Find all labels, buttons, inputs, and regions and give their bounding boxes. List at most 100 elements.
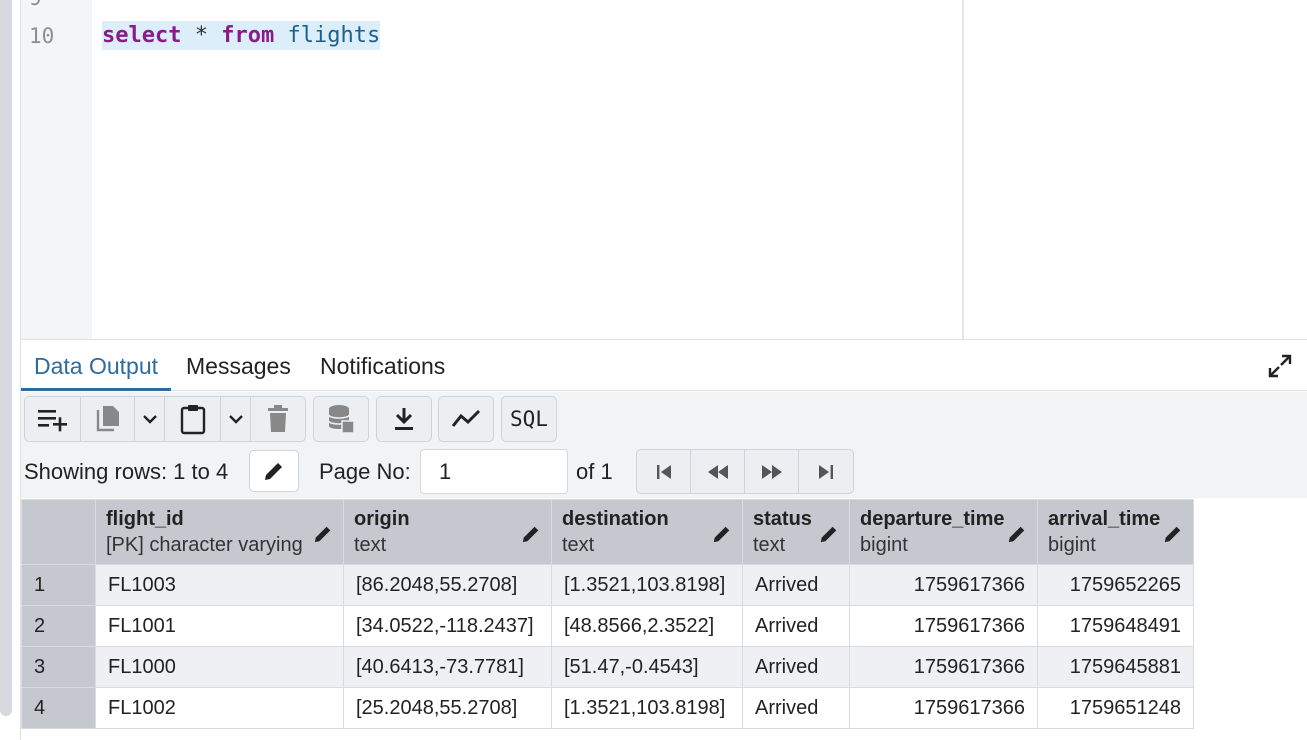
table-cell[interactable]: FL1003 (95, 564, 344, 606)
fast-forward-icon (761, 464, 782, 479)
last-page-button[interactable] (799, 450, 853, 493)
row-number[interactable]: 3 (21, 646, 96, 688)
column-type: [PK] character varying (106, 534, 303, 556)
page-navigation (636, 449, 854, 494)
table-cell[interactable]: 1759617366 (849, 564, 1038, 606)
table-header-row: flight_id [PK] character varying origin … (21, 499, 1194, 565)
row-number[interactable]: 2 (21, 605, 96, 647)
delete-icon (268, 405, 288, 432)
table-cell[interactable]: FL1002 (95, 687, 344, 729)
chevron-down-icon (142, 415, 157, 424)
page-no-label: Page No: (319, 459, 411, 484)
table-cell[interactable]: 1759617366 (849, 687, 1038, 729)
row-number-header (21, 499, 96, 565)
table-row[interactable]: 2 FL1001 [34.0522,-118.2437] [48.8566,2.… (21, 605, 1194, 647)
tab-data-output[interactable]: Data Output (21, 341, 172, 391)
table-row[interactable]: 3 FL1000 [40.6413,-73.7781] [51.47,-0.45… (21, 646, 1194, 688)
first-page-icon (656, 464, 671, 479)
tab-messages[interactable]: Messages (173, 341, 304, 391)
table-cell[interactable]: [48.8566,2.3522] (551, 605, 743, 647)
column-header[interactable]: departure_time bigint (849, 499, 1038, 565)
rewind-icon (707, 464, 728, 479)
table-row[interactable]: 1 FL1003 [86.2048,55.2708] [1.3521,103.8… (21, 564, 1194, 606)
left-scrollbar[interactable] (0, 0, 12, 716)
save-button-group (313, 396, 369, 442)
column-header[interactable]: status text (742, 499, 850, 565)
pencil-icon[interactable] (819, 524, 839, 544)
graph-icon (451, 409, 481, 427)
table-row[interactable]: 4 FL1002 [25.2048,55.2708] [1.3521,103.8… (21, 687, 1194, 729)
table-cell[interactable]: [34.0522,-118.2437] (343, 605, 552, 647)
data-toolbar: SQL (21, 392, 1307, 448)
edit-row-limit-button[interactable] (249, 450, 299, 492)
add-row-icon (37, 410, 67, 432)
pencil-icon[interactable] (712, 524, 732, 544)
row-number[interactable]: 4 (21, 687, 96, 729)
page-number-input[interactable] (420, 449, 568, 494)
copy-icon (96, 406, 119, 432)
sql-keyword: from (221, 23, 275, 48)
table-cell[interactable]: 1759651248 (1037, 687, 1194, 729)
graph-button-group (438, 396, 494, 442)
download-button[interactable] (377, 397, 431, 441)
table-cell[interactable]: Arrived (742, 646, 850, 688)
tab-notifications[interactable]: Notifications (307, 341, 458, 391)
add-row-button[interactable] (25, 397, 81, 441)
edit-button-group (24, 396, 306, 442)
table-cell[interactable]: [51.47,-0.4543] (551, 646, 743, 688)
save-data-button[interactable] (314, 397, 368, 441)
pagination-bar: Showing rows: 1 to 4 Page No: of 1 (21, 448, 1307, 498)
table-cell[interactable]: [1.3521,103.8198] (551, 687, 743, 729)
previous-page-button[interactable] (691, 450, 745, 493)
row-count-label: Showing rows: 1 to 4 (24, 459, 229, 484)
table-cell[interactable]: 1759645881 (1037, 646, 1194, 688)
pencil-icon[interactable] (521, 524, 541, 544)
column-header[interactable]: destination text (551, 499, 743, 565)
table-cell[interactable]: FL1000 (95, 646, 344, 688)
sql-code-line[interactable]: select * from flights (102, 21, 381, 50)
paste-button[interactable] (165, 397, 221, 441)
table-cell[interactable]: 1759648491 (1037, 605, 1194, 647)
delete-button[interactable] (251, 397, 305, 441)
pencil-icon[interactable] (313, 524, 333, 544)
copy-options-button[interactable] (135, 397, 165, 441)
last-page-icon (819, 464, 833, 479)
table-cell[interactable]: [25.2048,55.2708] (343, 687, 552, 729)
sql-button[interactable]: SQL (502, 397, 556, 441)
chevron-down-icon (228, 415, 243, 424)
graph-visualiser-button[interactable] (439, 397, 493, 441)
row-number[interactable]: 1 (21, 564, 96, 606)
table-cell[interactable]: [40.6413,-73.7781] (343, 646, 552, 688)
sql-button-group: SQL (501, 396, 557, 442)
sql-label: SQL (510, 407, 548, 431)
table-cell[interactable]: Arrived (742, 605, 850, 647)
paste-options-button[interactable] (221, 397, 251, 441)
download-icon (395, 408, 413, 430)
table-cell[interactable]: 1759617366 (849, 605, 1038, 647)
column-header[interactable]: arrival_time bigint (1037, 499, 1194, 565)
copy-button[interactable] (81, 397, 135, 441)
editor-divider (962, 0, 964, 339)
table-cell[interactable]: Arrived (742, 564, 850, 606)
table-cell[interactable]: [86.2048,55.2708] (343, 564, 552, 606)
query-editor[interactable]: 9 10 select * from flights (21, 0, 1307, 340)
pencil-icon[interactable] (1007, 524, 1027, 544)
table-cell[interactable]: FL1001 (95, 605, 344, 647)
expand-icon[interactable] (1267, 353, 1293, 379)
download-button-group (376, 396, 432, 442)
save-data-icon (328, 405, 355, 434)
column-name: flight_id (106, 508, 184, 530)
table-cell[interactable]: [1.3521,103.8198] (551, 564, 743, 606)
column-header[interactable]: flight_id [PK] character varying (95, 499, 344, 565)
column-header[interactable]: origin text (343, 499, 552, 565)
output-tabs: Data Output Messages Notifications (21, 341, 1307, 391)
next-page-button[interactable] (745, 450, 799, 493)
line-number-gutter: 9 10 (21, 0, 92, 339)
sql-keyword: select (102, 23, 182, 48)
sql-operator: * (194, 23, 208, 48)
first-page-button[interactable] (637, 450, 691, 493)
table-cell[interactable]: 1759617366 (849, 646, 1038, 688)
table-cell[interactable]: 1759652265 (1037, 564, 1194, 606)
table-cell[interactable]: Arrived (742, 687, 850, 729)
pencil-icon[interactable] (1163, 524, 1183, 544)
